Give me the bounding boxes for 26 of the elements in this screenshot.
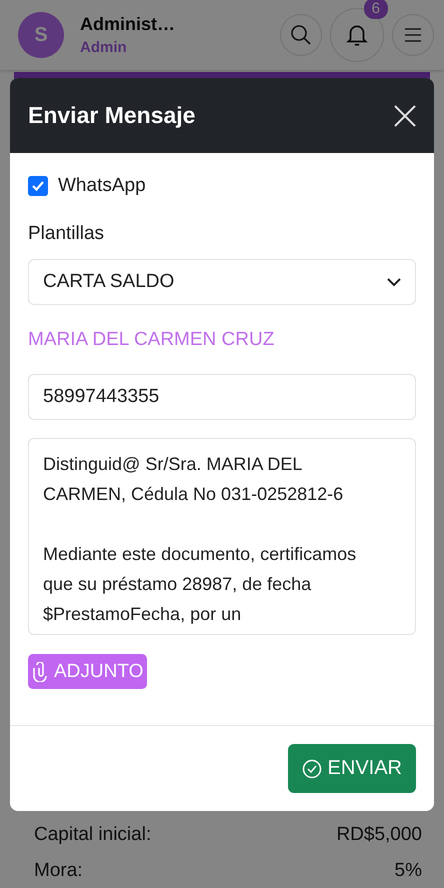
- recipient-name: MARIA DEL CARMEN CRUZ: [28, 329, 274, 351]
- user-role: Admin: [80, 39, 128, 56]
- chevron-icon: [387, 278, 401, 286]
- close-button[interactable]: [394, 104, 416, 126]
- send-button[interactable]: ENVIAR: [288, 744, 416, 793]
- row-label: Capital inicial:: [34, 824, 152, 846]
- field-label: Plantillas: [28, 223, 104, 245]
- checkbox[interactable]: [28, 176, 48, 196]
- check-circle-icon: [302, 758, 322, 778]
- template-select[interactable]: CARTA SALDO: [28, 259, 416, 305]
- menu-icon: [404, 28, 422, 42]
- row-value: RD$5,000: [336, 824, 422, 846]
- notification-count: 6: [364, 0, 388, 19]
- phone-field[interactable]: 58997443355: [28, 374, 416, 420]
- row-value: 5%: [394, 860, 422, 882]
- modal-title: Enviar Mensaje: [28, 102, 196, 129]
- checkmark-icon: [31, 179, 45, 193]
- search-button[interactable]: [280, 14, 322, 56]
- search-icon: [289, 23, 313, 47]
- message-field[interactable]: Distinguid@ Sr/Sra. MARIA DEL CARMEN, Cédula No 031-0252812-6 Mediante este documento, certificamos que su préstamo 28987, de fecha $PrestamoFecha, por un: [28, 438, 416, 635]
- checkbox-label: WhatsApp: [58, 175, 146, 197]
- row-label: Mora:: [34, 860, 83, 882]
- menu-button[interactable]: [392, 14, 434, 56]
- paperclip-icon: [32, 662, 50, 682]
- close-icon: [394, 104, 416, 126]
- user-name: Administ…: [80, 14, 176, 35]
